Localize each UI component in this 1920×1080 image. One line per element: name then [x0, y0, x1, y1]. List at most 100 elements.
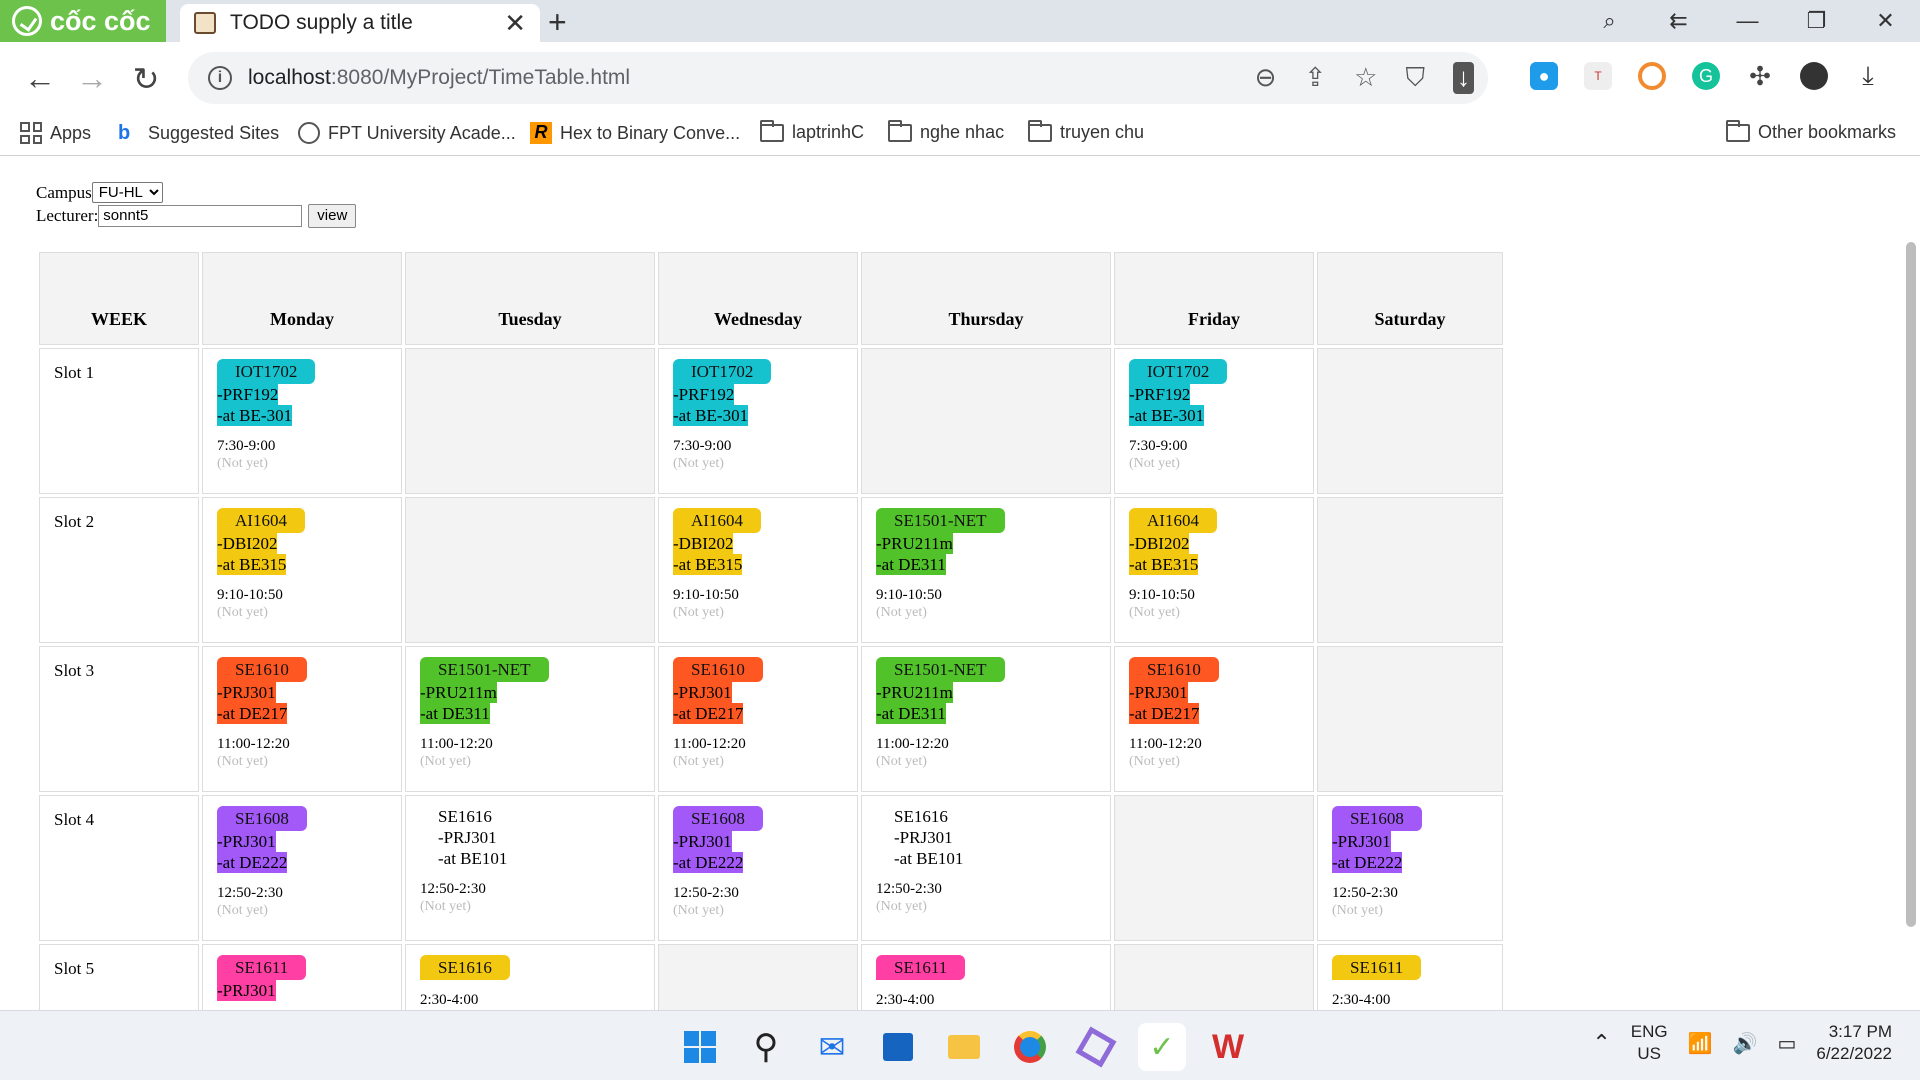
class-badge[interactable]: SE1611 [1332, 955, 1422, 980]
bookmark-star-icon[interactable]: ☆ [1354, 62, 1377, 94]
droplet-extension-icon[interactable]: ● [1530, 62, 1558, 90]
class-badge[interactable]: SE1616 [420, 955, 510, 980]
schedule-cell[interactable]: SE1611 -PRJ301 [202, 944, 402, 1010]
bookmark-folder-truyen-chu[interactable]: truyen chu [1028, 119, 1144, 143]
class-badge[interactable]: IOT1702 [217, 359, 316, 384]
schedule-cell[interactable]: SE1501-NET -PRU211m -at DE311 11:00-12:20 (N… [405, 646, 655, 792]
class-badge[interactable]: SE1501-NET [876, 657, 1005, 682]
profile-avatar[interactable] [1800, 62, 1828, 90]
schedule-cell[interactable]: SE1610 -PRJ301 -at DE217 11:00-12:20 (Not ye… [658, 646, 858, 792]
translate-extension-icon[interactable]: T [1584, 62, 1612, 90]
schedule-cell[interactable]: AI1604 -DBI202 -at BE315 9:10-10:50 (Not yet… [658, 497, 858, 643]
class-badge[interactable]: SE1610 [1129, 657, 1219, 682]
show-hidden-icons-chevron-icon[interactable]: ⌃ [1592, 1030, 1610, 1056]
class-badge[interactable]: SE1608 [217, 806, 307, 831]
schedule-cell[interactable]: SE1501-NET -PRU211m -at DE311 9:10-10:50 (No… [861, 497, 1111, 643]
bookmark-folder-nghe-nhac[interactable]: nghe nhac [888, 119, 1004, 143]
schedule-cell[interactable]: SE1608 -PRJ301 -at DE222 12:50-2:30 (Not yet… [1317, 795, 1503, 941]
schedule-cell[interactable]: SE1610 -PRJ301 -at DE217 11:00-12:20 (Not ye… [202, 646, 402, 792]
schedule-cell[interactable]: SE1616 -PRJ301 -at BE101 12:50-2:30 (Not yet… [861, 795, 1111, 941]
chrome-extension-icon[interactable] [1638, 62, 1666, 90]
forward-arrow-icon[interactable]: → [72, 60, 112, 97]
class-badge[interactable]: IOT1702 [673, 359, 772, 384]
battery-icon[interactable]: ▭ [1777, 1031, 1796, 1056]
class-badge[interactable]: SE1611 [217, 955, 307, 980]
zoom-out-icon[interactable]: ⊖ [1255, 62, 1277, 94]
class-badge[interactable]: SE1501-NET [420, 657, 549, 682]
scrollbar-thumb[interactable] [1906, 242, 1916, 927]
extensions-puzzle-icon[interactable]: ✣ [1746, 61, 1774, 91]
schedule-cell[interactable]: AI1604 -DBI202 -at BE315 9:10-10:50 (Not yet… [202, 497, 402, 643]
class-badge[interactable]: SE1616 [420, 806, 492, 827]
schedule-cell[interactable]: SE1610 -PRJ301 -at DE217 11:00-12:20 (Not ye… [1114, 646, 1314, 792]
tab-back-icon[interactable]: ⇇ [1644, 0, 1713, 42]
class-badge[interactable]: AI1604 [1129, 508, 1217, 533]
file-explorer-icon[interactable] [940, 1023, 988, 1071]
class-badge[interactable]: SE1608 [673, 806, 763, 831]
schedule-cell[interactable]: IOT1702 -PRF192 -at BE-301 7:30-9:00 (Not ye… [1114, 348, 1314, 494]
header-thursday: Thursday [861, 252, 1111, 345]
schedule-cell[interactable]: IOT1702 -PRF192 -at BE-301 7:30-9:00 (Not ye… [202, 348, 402, 494]
bookmark-hex-to-binary[interactable]: R Hex to Binary Conve... [530, 122, 740, 144]
class-badge[interactable]: AI1604 [217, 508, 305, 533]
download-page-icon[interactable]: ↓ [1453, 62, 1474, 94]
back-arrow-icon[interactable]: ← [20, 60, 60, 97]
view-button[interactable]: view [308, 203, 357, 228]
start-windows-icon[interactable] [676, 1023, 724, 1071]
downloads-icon[interactable]: ⤓ [1854, 60, 1882, 90]
search-icon[interactable]: ⚲ [742, 1023, 790, 1071]
language-indicator[interactable]: ENG US [1631, 1021, 1668, 1065]
schedule-cell[interactable]: SE1611 2:30-4:00 [861, 944, 1111, 1010]
reload-icon[interactable]: ↻ [126, 60, 166, 98]
chrome-icon[interactable] [1006, 1023, 1054, 1071]
wps-office-icon[interactable]: W [1204, 1023, 1252, 1071]
mail-icon[interactable]: ✉ [808, 1023, 856, 1071]
wifi-icon[interactable]: 📶 [1688, 1031, 1713, 1056]
class-badge[interactable]: IOT1702 [1129, 359, 1228, 384]
class-badge[interactable]: SE1501-NET [876, 508, 1005, 533]
slot-time: 2:30-4:00 [876, 992, 935, 1008]
minimize-icon[interactable]: — [1713, 0, 1782, 42]
lecturer-input[interactable] [98, 204, 303, 227]
class-badge[interactable]: SE1610 [673, 657, 763, 682]
search-tabs-icon[interactable]: ⌕ [1575, 0, 1644, 42]
schedule-cell[interactable]: SE1608 -PRJ301 -at DE222 12:50-2:30 (Not yet… [658, 795, 858, 941]
shield-icon[interactable]: ⛉ [1405, 62, 1425, 94]
class-badge[interactable]: SE1610 [217, 657, 307, 682]
coccoc-menu-button[interactable]: cốc cốc [0, 0, 166, 42]
app-cube-icon[interactable] [1072, 1023, 1120, 1071]
bookmark-folder-laptrinhc[interactable]: laptrinhC [760, 119, 864, 143]
class-badge[interactable]: SE1616 [876, 806, 948, 827]
schedule-cell[interactable]: SE1616 2:30-4:00 [405, 944, 655, 1010]
class-badge[interactable]: SE1608 [1332, 806, 1422, 831]
bookmark-apps[interactable]: Apps [20, 122, 91, 144]
browser-tab[interactable]: TODO supply a title ✕ [180, 4, 540, 42]
clock[interactable]: 3:17 PM 6/22/2022 [1816, 1021, 1892, 1065]
table-row: Slot 4 SE1608 -PRJ301 -at DE222 12:50-2:30 (N… [39, 795, 1503, 941]
schedule-cell[interactable]: IOT1702 -PRF192 -at BE-301 7:30-9:00 (Not ye… [658, 348, 858, 494]
close-tab-icon[interactable]: ✕ [504, 8, 526, 39]
grammarly-icon[interactable]: G [1692, 62, 1720, 90]
maximize-icon[interactable]: ❐ [1782, 0, 1851, 42]
bookmark-other-bookmarks[interactable]: Other bookmarks [1726, 119, 1896, 143]
schedule-cell[interactable]: SE1611 2:30-4:00 [1317, 944, 1503, 1010]
schedule-cell[interactable]: SE1608 -PRJ301 -at DE222 12:50-2:30 (Not yet… [202, 795, 402, 941]
new-tab-icon[interactable]: + [548, 4, 567, 41]
class-badge[interactable]: SE1611 [876, 955, 966, 980]
site-info-icon[interactable]: i [208, 66, 232, 90]
store-icon[interactable] [874, 1023, 922, 1071]
share-icon[interactable]: ⇪ [1304, 62, 1326, 94]
schedule-cell[interactable]: AI1604 -DBI202 -at BE315 9:10-10:50 (Not yet… [1114, 497, 1314, 643]
url-text[interactable]: localhost:8080/MyProject/TimeTable.html [248, 66, 630, 90]
address-bar[interactable]: i localhost:8080/MyProject/TimeTable.htm… [188, 52, 1488, 104]
schedule-cell[interactable]: SE1616 -PRJ301 -at BE101 12:50-2:30 (Not yet… [405, 795, 655, 941]
campus-select[interactable]: FU-HL [91, 182, 163, 203]
coccoc-taskbar-icon[interactable]: ✓ [1138, 1023, 1186, 1071]
schedule-cell[interactable]: SE1501-NET -PRU211m -at DE311 11:00-12:20 (N… [861, 646, 1111, 792]
bookmark-suggested-sites[interactable]: b Suggested Sites [118, 122, 279, 144]
class-badge[interactable]: AI1604 [673, 508, 761, 533]
bing-icon: b [118, 122, 131, 144]
bookmark-fpt-university[interactable]: FPT University Acade... [298, 122, 516, 144]
close-window-icon[interactable]: ✕ [1851, 0, 1920, 42]
volume-icon[interactable]: 🔊 [1733, 1031, 1758, 1056]
